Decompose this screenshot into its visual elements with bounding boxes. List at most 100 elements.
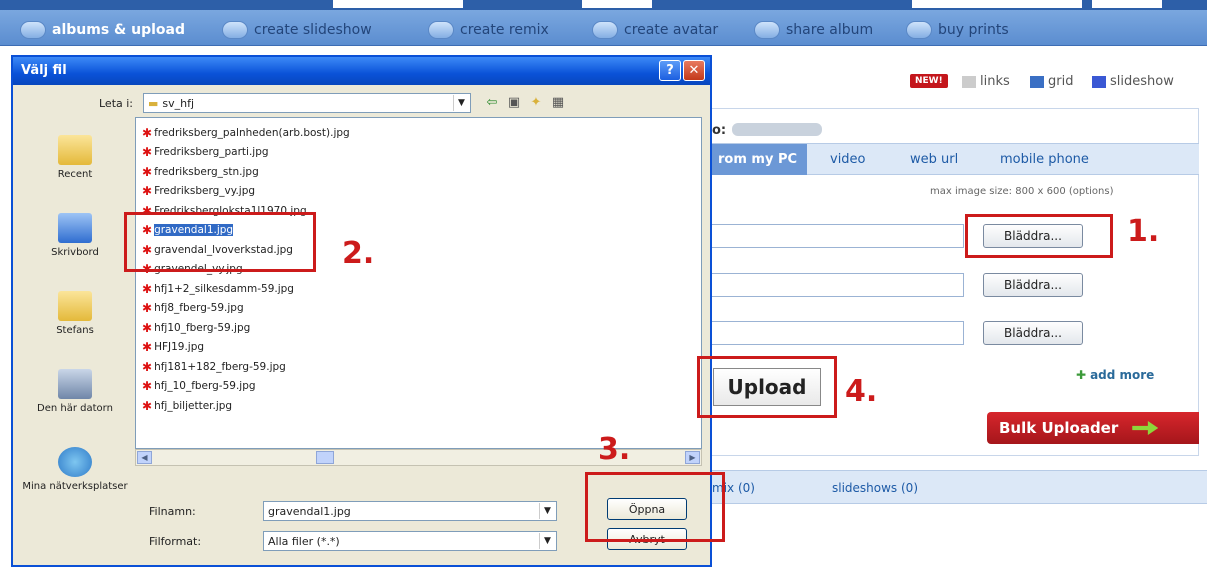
view-slideshow[interactable]: slideshow bbox=[1092, 74, 1174, 89]
new-folder-icon[interactable]: ✦ bbox=[527, 93, 545, 111]
tab-mobile-phone[interactable]: mobile phone bbox=[1000, 152, 1089, 167]
image-file-icon: ✱ bbox=[142, 281, 153, 296]
filetype-label: Filformat: bbox=[149, 535, 202, 548]
desktop-icon bbox=[58, 213, 92, 243]
nav-create-avatar[interactable]: create avatar bbox=[592, 19, 718, 41]
annotation-box-file bbox=[124, 212, 316, 272]
nav-albums-upload[interactable]: albums & upload bbox=[20, 19, 185, 41]
bulk-uploader-button[interactable]: Bulk Uploader bbox=[987, 412, 1199, 444]
file-list-item[interactable]: ✱ Fredriksberg_parti.jpg bbox=[142, 144, 269, 161]
network-globe-icon bbox=[58, 447, 92, 477]
file-list-item[interactable]: ✱ hfj1+2_silkesdamm-59.jpg bbox=[142, 280, 294, 297]
file-list-item[interactable]: ✱ Fredriksberg_vy.jpg bbox=[142, 183, 255, 200]
chevron-down-icon[interactable]: ▼ bbox=[539, 503, 555, 519]
image-file-icon: ✱ bbox=[142, 164, 153, 179]
file-name: Fredriksberg_parti.jpg bbox=[154, 146, 269, 158]
filetype-select[interactable]: Alla filer (*.*) ▼ bbox=[263, 531, 557, 551]
annotation-step-4: 4. bbox=[845, 374, 878, 409]
slideshow-view-icon bbox=[1092, 75, 1106, 88]
file-list-item[interactable]: ✱ hfj_biljetter.jpg bbox=[142, 397, 232, 414]
filename-input[interactable]: gravendal1.jpg ▼ bbox=[263, 501, 557, 521]
nav-buy-prints[interactable]: buy prints bbox=[906, 19, 1009, 41]
nav-create-remix[interactable]: create remix bbox=[428, 19, 549, 41]
place-desktop[interactable]: Skrivbord bbox=[17, 213, 133, 258]
file-name: HFJ19.jpg bbox=[154, 341, 205, 353]
file-name: fredriksberg_palnheden(arb.bost).jpg bbox=[154, 126, 350, 139]
back-icon[interactable]: ⇦ bbox=[483, 93, 501, 111]
look-in-combo[interactable]: ▬ sv_hfj ▼ bbox=[143, 93, 471, 113]
file-input-2[interactable] bbox=[712, 273, 964, 297]
scroll-thumb[interactable] bbox=[316, 451, 334, 464]
max-image-size: max image size: 800 x 600 (options) bbox=[930, 186, 1114, 197]
file-name: fredriksberg_stn.jpg bbox=[154, 165, 259, 178]
view-menu-icon[interactable]: ▦ bbox=[549, 93, 567, 111]
file-input-1[interactable] bbox=[712, 224, 964, 248]
file-name: hfj1+2_silkesdamm-59.jpg bbox=[154, 282, 294, 295]
view-grid[interactable]: grid bbox=[1030, 74, 1073, 89]
browse-button-3[interactable]: Bläddra... bbox=[983, 321, 1083, 345]
image-file-icon: ✱ bbox=[142, 340, 153, 354]
annotation-box-browse bbox=[965, 214, 1113, 258]
add-more-link[interactable]: ✚ add more bbox=[1076, 368, 1154, 382]
image-file-icon: ✱ bbox=[142, 320, 153, 335]
image-file-icon: ✱ bbox=[142, 379, 153, 393]
albums-icon bbox=[20, 21, 46, 39]
scroll-left-icon[interactable]: ◀ bbox=[137, 451, 152, 464]
new-badge: NEW! bbox=[910, 74, 948, 88]
file-list-item[interactable]: ✱ hfj_10_fberg-59.jpg bbox=[142, 378, 256, 395]
nav-create-slideshow[interactable]: create slideshow bbox=[222, 19, 372, 41]
view-links[interactable]: links bbox=[962, 74, 1010, 89]
file-name: hfj_10_fberg-59.jpg bbox=[154, 380, 256, 392]
tab-web-url[interactable]: web url bbox=[910, 152, 958, 167]
bottom-tabs: mix (0) slideshows (0) bbox=[712, 470, 1207, 504]
links-icon bbox=[962, 75, 976, 88]
upload-tabs: rom my PC video web url mobile phone bbox=[712, 143, 1199, 175]
help-button[interactable]: ? bbox=[659, 60, 681, 81]
chevron-down-icon[interactable]: ▼ bbox=[453, 95, 469, 111]
album-name-redacted bbox=[732, 123, 822, 136]
place-network[interactable]: Mina nätverksplatser bbox=[17, 447, 133, 492]
nav-share-album[interactable]: share album bbox=[754, 19, 873, 41]
documents-folder-icon bbox=[58, 291, 92, 321]
image-file-icon: ✱ bbox=[142, 184, 153, 198]
folder-icon: ▬ bbox=[148, 96, 159, 110]
tab-video[interactable]: video bbox=[830, 152, 866, 167]
file-list-item[interactable]: ✱ hfj8_fberg-59.jpg bbox=[142, 300, 244, 317]
scroll-right-icon[interactable]: ▶ bbox=[685, 451, 700, 464]
screenshot: albums & upload create slideshow create … bbox=[0, 0, 1207, 567]
file-list-item[interactable]: ✱ hfj10_fberg-59.jpg bbox=[142, 319, 250, 336]
up-folder-icon[interactable]: ▣ bbox=[505, 93, 523, 111]
arrow-right-icon bbox=[1132, 421, 1159, 435]
file-list-item[interactable]: ✱ hfj181+182_fberg-59.jpg bbox=[142, 358, 286, 375]
place-documents[interactable]: Stefans bbox=[17, 291, 133, 336]
tab-from-my-pc[interactable]: rom my PC bbox=[712, 144, 808, 175]
file-name: Fredriksberg_vy.jpg bbox=[154, 185, 256, 197]
tab-slideshows[interactable]: slideshows (0) bbox=[832, 481, 918, 495]
file-input-3[interactable] bbox=[712, 321, 964, 345]
file-list-item[interactable]: ✱ fredriksberg_stn.jpg bbox=[142, 163, 259, 180]
add-icon: ✚ bbox=[1076, 368, 1087, 382]
annotation-step-3: 3. bbox=[598, 432, 631, 467]
file-name: hfj_biljetter.jpg bbox=[154, 399, 233, 412]
annotation-box-upload bbox=[697, 356, 837, 418]
grid-icon bbox=[1030, 75, 1044, 88]
image-file-icon: ✱ bbox=[142, 125, 153, 140]
place-recent[interactable]: Recent bbox=[17, 135, 133, 180]
file-list[interactable]: ✱ fredriksberg_palnheden(arb.bost).jpg ✱ Fr… bbox=[135, 117, 702, 449]
image-file-icon: ✱ bbox=[142, 398, 153, 413]
annotation-box-open bbox=[585, 472, 725, 542]
remix-icon bbox=[428, 21, 454, 39]
file-name: hfj8_fberg-59.jpg bbox=[154, 302, 244, 314]
dialog-titlebar: Välj fil ? ✕ bbox=[13, 57, 710, 85]
close-button[interactable]: ✕ bbox=[683, 60, 705, 81]
annotation-step-2: 2. bbox=[342, 236, 375, 271]
computer-icon bbox=[58, 369, 92, 399]
site-top-strip bbox=[0, 0, 1207, 10]
chevron-down-icon[interactable]: ▼ bbox=[539, 533, 555, 549]
place-my-computer[interactable]: Den här datorn bbox=[17, 369, 133, 414]
file-list-item[interactable]: ✱ HFJ19.jpg bbox=[142, 339, 204, 356]
look-in-label: Leta i: bbox=[99, 97, 134, 110]
file-list-item[interactable]: ✱ fredriksberg_palnheden(arb.bost).jpg bbox=[142, 124, 350, 141]
places-bar: Recent Skrivbord Stefans Den här datorn … bbox=[17, 117, 133, 567]
browse-button-2[interactable]: Bläddra... bbox=[983, 273, 1083, 297]
